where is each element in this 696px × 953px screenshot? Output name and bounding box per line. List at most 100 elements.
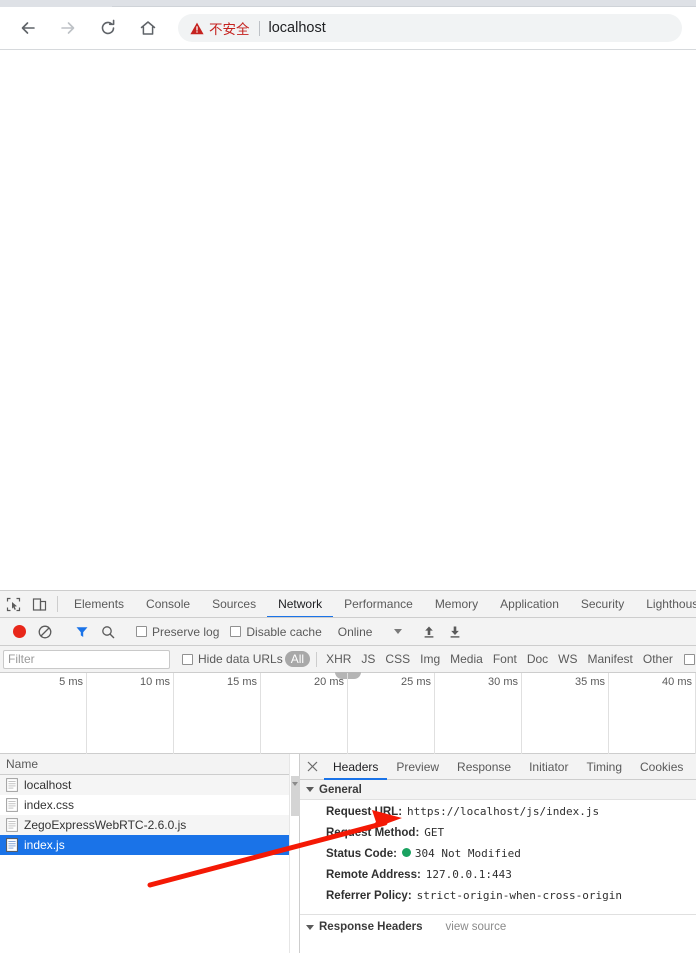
tab-lighthouse[interactable]: Lighthouse: [635, 592, 696, 617]
disable-cache-label: Disable cache: [246, 624, 322, 639]
filter-type-media[interactable]: Media: [445, 652, 488, 666]
disable-cache-checkbox[interactable]: Disable cache: [230, 624, 322, 639]
tab-headers[interactable]: Headers: [324, 755, 388, 780]
filter-type-js[interactable]: JS: [356, 652, 380, 666]
preserve-log-label: Preserve log: [152, 624, 220, 639]
table-row[interactable]: index.css: [0, 795, 299, 815]
detail-key: Status Code:: [326, 848, 397, 860]
filter-type-xhr[interactable]: XHR: [321, 652, 356, 666]
section-label: Response Headers: [319, 921, 423, 933]
table-row-selected[interactable]: index.js: [0, 835, 299, 855]
detail-key: Remote Address:: [326, 869, 421, 881]
network-overview[interactable]: 5 ms 10 ms 15 ms 20 ms 25 ms 30 ms 35 ms…: [0, 672, 696, 754]
devtools-tab-bar: Elements Console Sources Network Perform…: [0, 591, 696, 618]
section-header-response-headers[interactable]: Response Headers view source: [300, 915, 696, 939]
view-source-link[interactable]: view source: [446, 921, 507, 933]
tab-edge-line: [112, 6, 696, 7]
throttling-value: Online: [337, 624, 373, 639]
network-split-view: Name localhost index.css ZegoExpressWebR…: [0, 754, 696, 953]
request-list-scrollbar[interactable]: [289, 754, 300, 953]
filter-type-ws[interactable]: WS: [553, 652, 582, 666]
filter-type-other[interactable]: Other: [638, 652, 678, 666]
ruler-tick-label: 35 ms: [575, 676, 605, 688]
ruler-tick-label: 30 ms: [488, 676, 518, 688]
back-button[interactable]: [14, 14, 42, 42]
network-controls-toolbar: Preserve log Disable cache Online: [0, 618, 696, 646]
filter-type-img[interactable]: Img: [415, 652, 445, 666]
detail-value[interactable]: https://localhost/js/index.js: [407, 805, 599, 818]
reload-button[interactable]: [94, 14, 122, 42]
table-row[interactable]: ZegoExpressWebRTC-2.6.0.js: [0, 815, 299, 835]
tab-application[interactable]: Application: [489, 592, 570, 617]
device-toolbar-button[interactable]: [26, 591, 52, 617]
request-name: index.css: [24, 798, 75, 812]
record-icon: [12, 625, 26, 638]
clear-button[interactable]: [32, 619, 58, 645]
devtools-panel: Elements Console Sources Network Perform…: [0, 590, 696, 953]
request-list-pane: Name localhost index.css ZegoExpressWebR…: [0, 754, 300, 953]
ruler-tick-label: 15 ms: [227, 676, 257, 688]
tab-security[interactable]: Security: [570, 592, 635, 617]
tab-timing[interactable]: Timing: [577, 755, 631, 780]
record-button[interactable]: [6, 619, 32, 645]
hide-data-urls-box: [182, 653, 193, 665]
inspect-element-button[interactable]: [0, 591, 26, 617]
tab-strip-remnant: [0, 0, 696, 7]
preserve-log-box: [136, 626, 147, 637]
tab-sources[interactable]: Sources: [201, 592, 267, 617]
filter-type-css[interactable]: CSS: [380, 652, 415, 666]
forward-button[interactable]: [54, 14, 82, 42]
chevron-down-icon: [292, 782, 298, 786]
has-blocked-cookies-checkbox[interactable]: Has blocked cookies: [683, 652, 696, 666]
arrow-right-icon: [61, 22, 75, 34]
filter-type-all[interactable]: All: [284, 651, 311, 667]
tab-elements[interactable]: Elements: [63, 592, 135, 617]
home-button[interactable]: [134, 14, 162, 42]
close-detail-button[interactable]: [300, 754, 324, 779]
document-icon: [6, 798, 18, 812]
tab-preview[interactable]: Preview: [387, 755, 448, 780]
tab-response[interactable]: Response: [448, 755, 520, 780]
search-button[interactable]: [95, 619, 121, 645]
document-icon: [6, 818, 18, 832]
import-har-button[interactable]: [416, 619, 442, 645]
warning-triangle-icon: [190, 22, 204, 34]
security-status-label: 不安全: [209, 22, 250, 38]
tab-memory[interactable]: Memory: [424, 592, 489, 617]
tab-initiator[interactable]: Initiator: [520, 755, 577, 780]
toolbar-divider: [57, 596, 58, 612]
address-bar[interactable]: 不安全 localhost: [178, 14, 682, 42]
throttling-select[interactable]: Online: [336, 625, 405, 639]
detail-value: 304 Not Modified: [414, 847, 521, 860]
detail-row: Request URL: https://localhost/js/index.…: [326, 805, 696, 826]
inspect-element-icon: [6, 597, 20, 611]
export-har-icon: [451, 626, 460, 638]
reload-icon: [101, 19, 115, 35]
hide-data-urls-checkbox[interactable]: Hide data URLs: [182, 652, 283, 666]
filter-type-doc[interactable]: Doc: [522, 652, 553, 666]
hide-data-urls-label: Hide data URLs: [198, 652, 283, 666]
section-header-general[interactable]: General: [300, 780, 696, 800]
table-row[interactable]: localhost: [0, 775, 299, 795]
tab-cookies[interactable]: Cookies: [631, 755, 692, 780]
filter-toggle-button[interactable]: [69, 619, 95, 645]
screenshot-root: 不安全 localhost Elements Console Sources N…: [0, 0, 696, 953]
section-label: General: [319, 783, 362, 796]
request-name: ZegoExpressWebRTC-2.6.0.js: [24, 818, 187, 832]
column-header-name[interactable]: Name: [0, 754, 299, 775]
detail-key: Request Method:: [326, 827, 420, 839]
filter-type-font[interactable]: Font: [488, 652, 522, 666]
timeline-ruler: 5 ms 10 ms 15 ms 20 ms 25 ms 30 ms 35 ms…: [0, 673, 696, 754]
ruler-tick-label: 40 ms: [662, 676, 692, 688]
tab-console[interactable]: Console: [135, 592, 201, 617]
tab-performance[interactable]: Performance: [333, 592, 424, 617]
filter-funnel-icon: [76, 626, 88, 637]
chevron-down-icon: [306, 787, 314, 792]
search-icon: [102, 625, 115, 638]
detail-row: Status Code: 304 Not Modified: [326, 847, 696, 868]
preserve-log-checkbox[interactable]: Preserve log: [136, 625, 219, 639]
export-har-button[interactable]: [442, 619, 468, 645]
filter-type-manifest[interactable]: Manifest: [583, 652, 638, 666]
filter-input[interactable]: Filter: [3, 649, 170, 669]
tab-network[interactable]: Network: [267, 592, 334, 617]
